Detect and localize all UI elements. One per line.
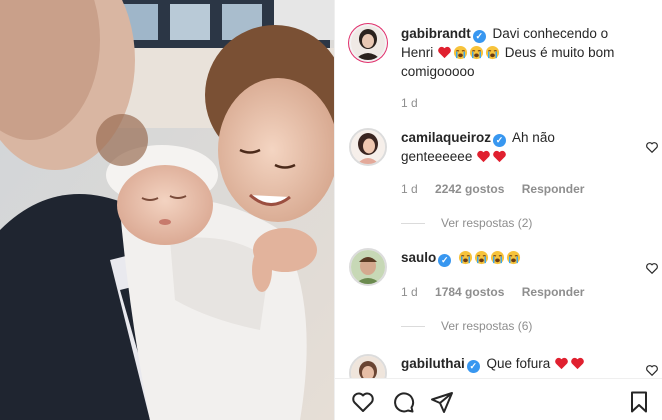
comment-icon[interactable] [391,390,415,414]
loudly-crying-face-emoji [490,250,505,265]
reply-button[interactable]: Responder [522,182,585,196]
replies-divider [401,326,425,328]
like-comment-heart-icon[interactable] [645,363,659,377]
red-heart-emoji [493,150,506,163]
red-heart-emoji [555,357,568,370]
loudly-crying-face-emoji [469,45,484,60]
like-comment-heart-icon[interactable] [645,261,659,275]
comment-username[interactable]: saulo [401,250,436,265]
commenter-avatar[interactable] [349,248,387,286]
comment-likes[interactable]: 2242 gostos [435,182,504,196]
comment-item: camilaqueiroz ✓ Ah não genteeeeee 1 d 224… [349,128,658,232]
caption-text-end: Deus é muito bom comigooooo [401,45,615,79]
bookmark-icon[interactable] [627,390,651,414]
verified-badge-icon: ✓ [466,360,480,373]
commenter-avatar[interactable] [349,354,387,378]
author-avatar[interactable] [349,24,387,62]
view-replies-label: Ver respostas (6) [441,319,533,333]
comment-body: gabiluthai ✓ Que fofura [401,354,627,373]
replies-divider [401,223,425,225]
caption-body: gabibrandt ✓ Davi conhecendo o Henri Deus… [401,24,627,81]
author-username[interactable]: gabibrandt [401,26,471,41]
verified-badge-icon: ✓ [472,30,486,43]
heart-icon[interactable] [351,390,375,414]
loudly-crying-face-emoji [453,45,468,60]
commenter-avatar-image [351,250,385,284]
loudly-crying-face-emoji [458,250,473,265]
reply-button[interactable]: Responder [522,285,585,299]
caption-time: 1 d [401,96,418,110]
comment-item: gabiluthai ✓ Que fofura [349,354,658,378]
commenter-avatar-image [351,356,385,378]
comment-text: Que fofura [486,356,551,371]
loudly-crying-face-emoji [485,45,500,60]
loudly-crying-face-emoji [474,250,489,265]
view-replies-label: Ver respostas (2) [441,216,533,230]
comments-panel: gabibrandt ✓ Davi conhecendo o Henri Deus… [334,0,662,420]
comment-body: camilaqueiroz ✓ Ah não genteeeeee [401,128,627,166]
post-caption: gabibrandt ✓ Davi conhecendo o Henri Deus… [349,24,655,124]
like-comment-heart-icon[interactable] [645,140,659,154]
comment-time: 1 d [401,182,418,196]
comment-username[interactable]: camilaqueiroz [401,130,491,145]
verified-badge-icon: ✓ [438,254,452,267]
view-replies-button[interactable]: Ver respostas (6) [401,319,532,333]
post-action-bar [335,378,662,420]
comment-meta: 1 d 2242 gostos Responder [401,182,598,196]
comment-likes[interactable]: 1784 gostos [435,285,504,299]
red-heart-emoji [438,46,451,59]
comment-username[interactable]: gabiluthai [401,356,465,371]
post-photo [0,0,334,420]
author-avatar-image [351,26,385,60]
comment-item: saulo ✓ 1 d 1784 gostos Responder Ver res… [349,248,658,338]
commenter-avatar[interactable] [349,128,387,166]
comment-meta: 1 d 1784 gostos Responder [401,285,598,299]
loudly-crying-face-emoji [506,250,521,265]
commenter-avatar-image [351,130,385,164]
photo-baby-and-child-image [0,0,334,420]
red-heart-emoji [477,150,490,163]
verified-badge-icon: ✓ [493,134,507,147]
comment-body: saulo ✓ [401,248,627,267]
red-heart-emoji [571,357,584,370]
comments-scroll-area[interactable]: gabibrandt ✓ Davi conhecendo o Henri Deus… [335,0,662,378]
paper-plane-icon[interactable] [430,390,454,414]
caption-meta: 1 d [401,96,432,110]
view-replies-button[interactable]: Ver respostas (2) [401,216,532,230]
comment-time: 1 d [401,285,418,299]
